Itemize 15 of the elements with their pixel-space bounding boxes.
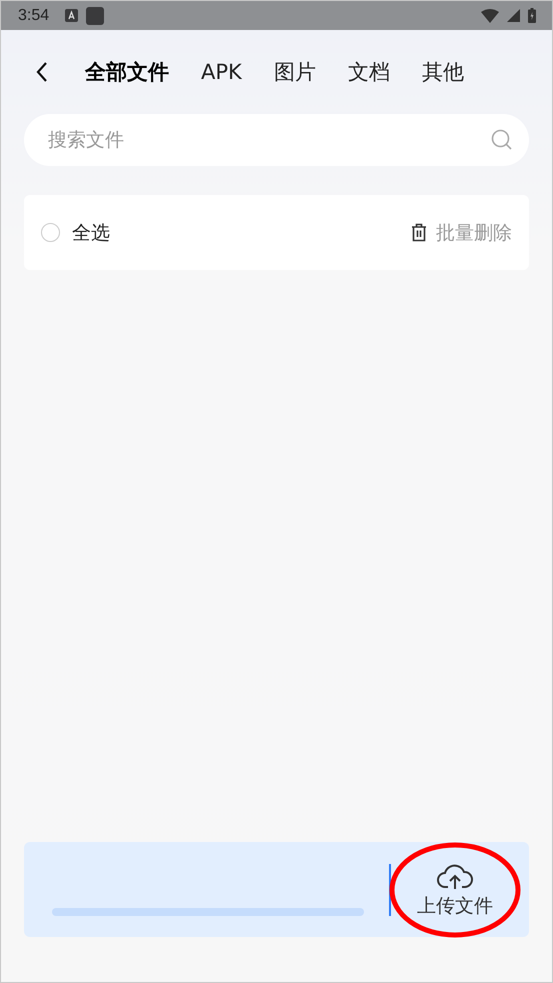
notification-icon: [65, 9, 78, 22]
battery-icon: [528, 8, 536, 23]
wifi-icon: [481, 8, 499, 22]
tab[interactable]: APK: [201, 60, 242, 84]
search-icon: [491, 129, 513, 151]
tab[interactable]: 全部文件: [85, 58, 169, 86]
trash-icon: [411, 223, 427, 242]
tab[interactable]: 图片: [274, 58, 316, 86]
tab[interactable]: 其他: [422, 58, 464, 86]
search-field[interactable]: 搜索文件: [24, 114, 529, 166]
select-all-checkbox[interactable]: 全选: [41, 220, 110, 246]
signal-icon: [507, 9, 520, 22]
status-time: 3:54: [18, 6, 50, 24]
app-icon: [86, 6, 104, 24]
tab[interactable]: 文档: [348, 58, 390, 86]
